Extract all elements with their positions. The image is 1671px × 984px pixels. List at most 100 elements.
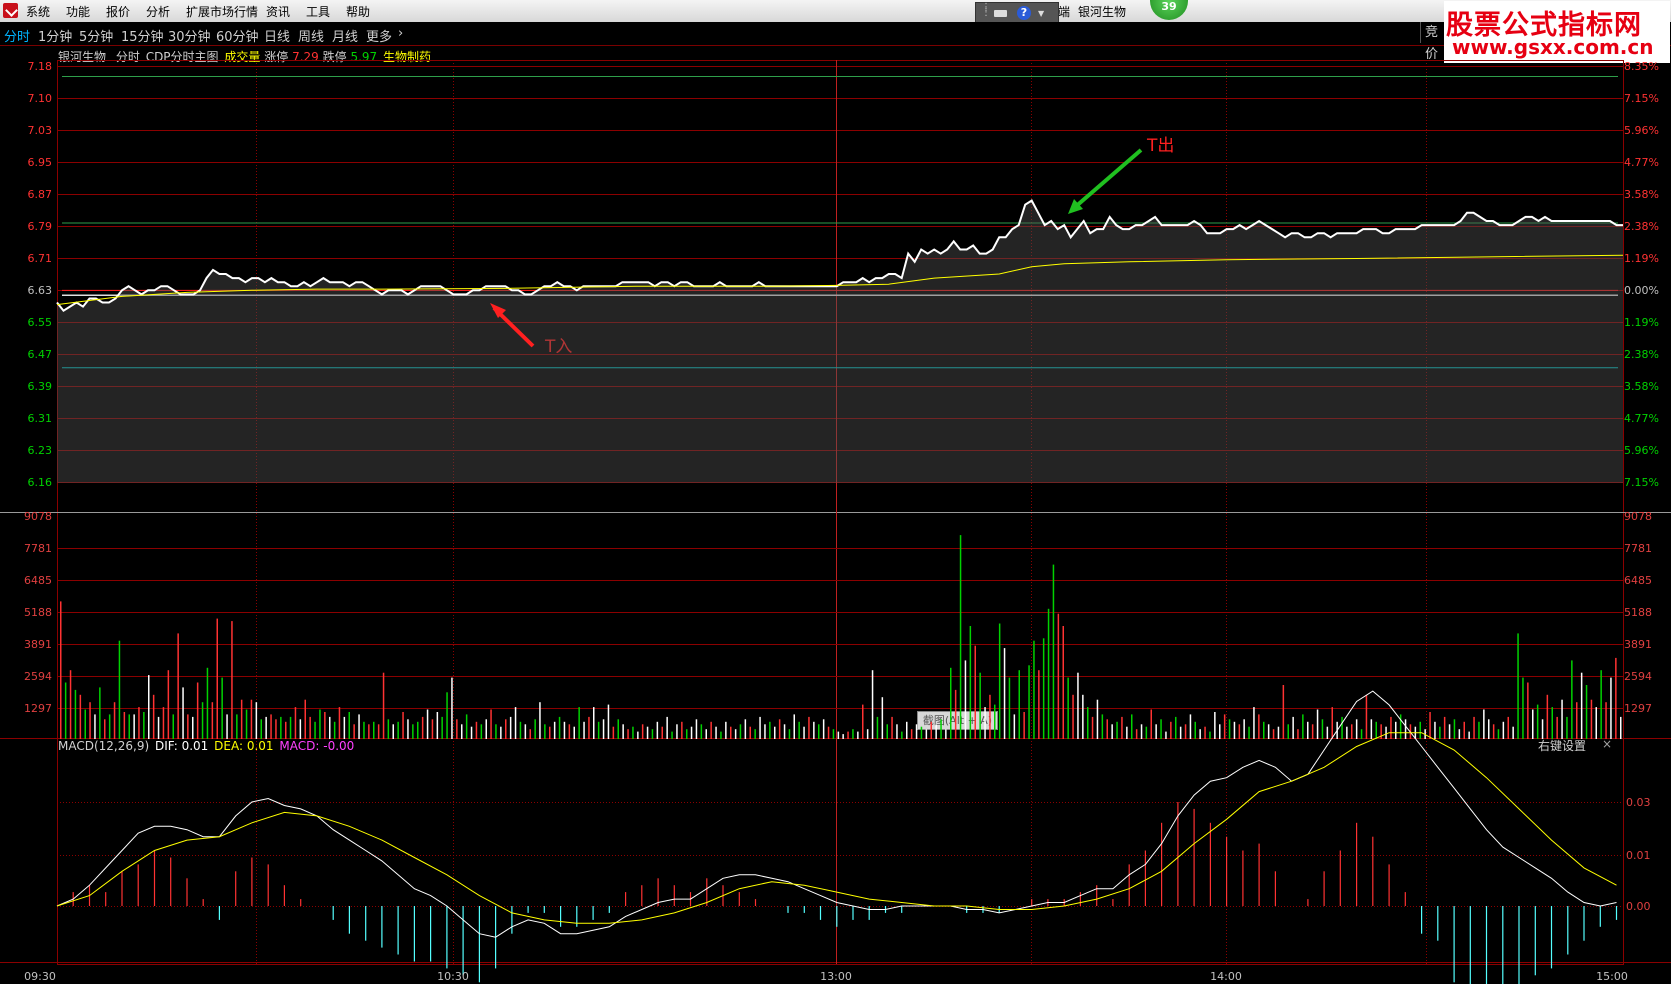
volume-bar (852, 729, 854, 739)
price-tick-label: 6.55 (28, 316, 53, 329)
volume-bar (1233, 721, 1236, 739)
volume-bar (1160, 719, 1162, 739)
volume-bar (446, 692, 448, 739)
volume-bar (1238, 724, 1241, 739)
volume-bar (143, 712, 145, 739)
volume-bar (348, 712, 350, 739)
volume-bar (84, 709, 86, 739)
volume-bar (192, 716, 194, 739)
volume-bar (1282, 685, 1285, 739)
volume-bar (602, 719, 605, 739)
volume-bar (1214, 712, 1216, 739)
volume-bar (1590, 699, 1593, 739)
volume-bar (456, 719, 458, 739)
watermark: 股票公式指标网 www.gsxx.com.cn (1444, 1, 1670, 63)
volume-bar (681, 721, 683, 739)
volume-bar (558, 716, 561, 739)
volume-bar (998, 623, 1001, 739)
volume-bar (1272, 729, 1275, 739)
volume-bar (1331, 707, 1333, 739)
volume-bar (1145, 726, 1148, 739)
volume-bar (959, 535, 962, 739)
volume-bar (1302, 714, 1304, 739)
volume-bar (720, 731, 722, 739)
volume-bar (1326, 726, 1329, 739)
volume-bar (1468, 731, 1470, 739)
menu-quote[interactable]: 报价 (106, 3, 130, 20)
chevron-down-icon[interactable]: ▼ (1038, 9, 1044, 18)
volume-tick-label: 3891 (1624, 638, 1652, 651)
close-icon[interactable]: × (1602, 737, 1612, 751)
volume-tick-label: 1297 (24, 702, 52, 715)
volume-bar (832, 729, 835, 739)
volume-bar (862, 704, 864, 739)
menu-extended-market[interactable]: 扩展市场行情 (186, 3, 258, 20)
volume-bar (1355, 719, 1358, 739)
volume-bar (1399, 714, 1402, 739)
volume-bar (260, 719, 262, 739)
menu-function[interactable]: 功能 (66, 3, 90, 20)
volume-bar (1336, 721, 1338, 739)
tab-more[interactable]: 更多 (366, 26, 392, 45)
tab-5min[interactable]: 5分钟 (79, 26, 113, 45)
volume-bar (436, 712, 439, 739)
keyboard-icon[interactable] (994, 10, 1007, 17)
tab-15min[interactable]: 15分钟 (121, 26, 164, 45)
menu-analysis[interactable]: 分析 (146, 3, 170, 20)
volume-bar (597, 721, 600, 739)
volume-bar (588, 716, 590, 739)
volume-bar (847, 731, 849, 739)
volume-bar (69, 670, 72, 739)
help-icon[interactable]: ? (1017, 6, 1031, 20)
volume-bar (1277, 726, 1280, 739)
volume-bar (275, 719, 277, 739)
chart-frame (57, 60, 1624, 965)
volume-bar (651, 729, 654, 739)
volume-bar (529, 729, 531, 739)
volume-bar (289, 716, 292, 739)
volume-bar (1106, 719, 1108, 739)
volume-bar (1351, 724, 1353, 739)
menu-news[interactable]: 资讯 (266, 3, 290, 20)
chevron-right-icon[interactable]: › (398, 26, 403, 41)
macd-dif-label: DIF: (154, 739, 178, 753)
tab-weekly[interactable]: 周线 (298, 26, 324, 45)
volume-bar (514, 707, 517, 739)
volume-bar (64, 682, 67, 739)
tab-monthly[interactable]: 月线 (332, 26, 358, 45)
volume-bar (1287, 724, 1289, 739)
right-click-settings[interactable]: 右键设置 (1538, 737, 1586, 754)
tab-1min[interactable]: 1分钟 (38, 26, 72, 45)
volume-bar (1375, 721, 1377, 739)
tab-30min[interactable]: 30分钟 (168, 26, 211, 45)
price-tick-label: 6.23 (28, 444, 53, 457)
tab-60min[interactable]: 60分钟 (216, 26, 259, 45)
volume-bar (123, 712, 126, 739)
volume-bar (891, 716, 893, 739)
grip-icon[interactable]: ⋮ ⋮ (981, 3, 991, 18)
price-line (56, 199, 1623, 313)
tab-daily[interactable]: 日线 (264, 26, 290, 45)
volume-bar (1595, 707, 1597, 739)
menu-tools[interactable]: 工具 (306, 3, 330, 20)
volume-bar (910, 729, 913, 739)
volume-bar (1439, 726, 1441, 739)
tab-timeshare[interactable]: 分时 (4, 26, 30, 45)
volume-bar (573, 726, 575, 739)
legend-indicator[interactable]: CDP分时主图 (146, 50, 219, 64)
volume-bar (1228, 719, 1231, 739)
macd-dea-label: DEA: (214, 739, 244, 753)
menu-help[interactable]: 帮助 (346, 3, 370, 20)
menu-system[interactable]: 系统 (26, 3, 50, 20)
volume-tick-label: 9078 (24, 510, 52, 523)
volume-bar (1365, 694, 1368, 739)
volume-bar (730, 726, 732, 739)
macd-name[interactable]: MACD(12,26,9) (58, 739, 149, 753)
volume-bar (871, 670, 874, 739)
volume-tick-label: 5188 (1624, 606, 1652, 619)
volume-bar (407, 719, 409, 739)
volume-bar (1492, 724, 1495, 739)
volume-bar (505, 719, 507, 739)
macd-dif-line (56, 690, 1617, 938)
volume-bar (1448, 724, 1451, 739)
